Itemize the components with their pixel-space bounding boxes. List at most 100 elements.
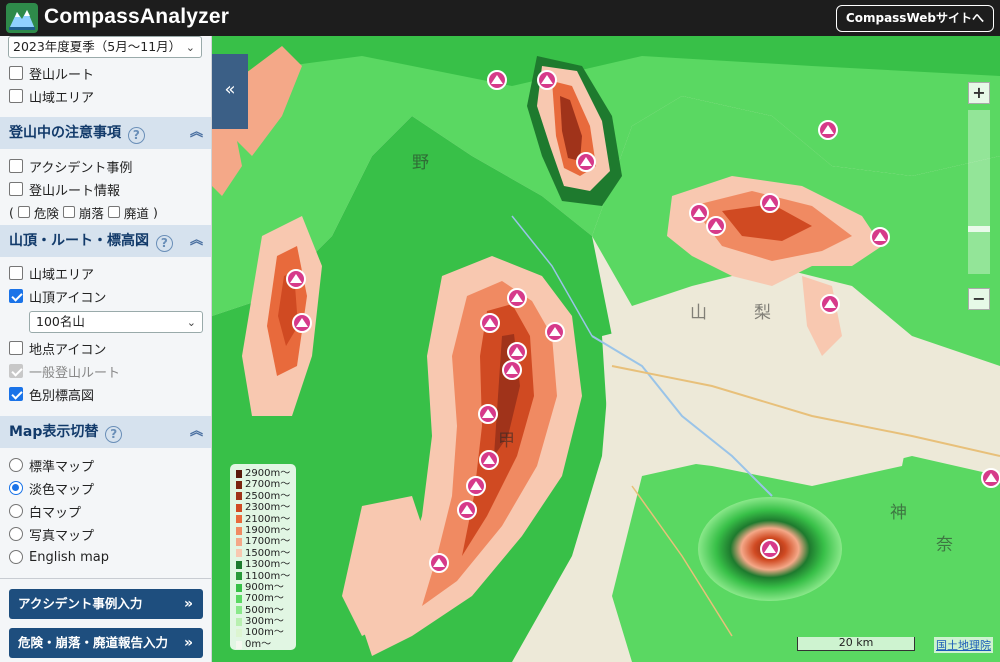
summit-icon[interactable]: [507, 288, 527, 308]
checkbox[interactable]: [9, 159, 23, 173]
summit-icon[interactable]: [286, 269, 306, 289]
summit-icon[interactable]: [292, 313, 312, 333]
help-icon[interactable]: ?: [105, 426, 123, 443]
section-header-summit[interactable]: 山頂・ルート・標高図 ? ︽: [0, 225, 211, 257]
radio[interactable]: [9, 550, 23, 564]
radio[interactable]: [9, 527, 23, 541]
section-header-map-switch[interactable]: Map表示切替 ? ︽: [0, 416, 211, 448]
summit-icon[interactable]: [502, 360, 522, 380]
collapse-sidebar-button[interactable]: «: [212, 54, 248, 129]
gsi-credit-link[interactable]: 国土地理院: [934, 637, 993, 653]
summit-icon[interactable]: [479, 450, 499, 470]
legend-label: 300m〜: [245, 616, 284, 628]
checkbox-label: 登山ルート情報: [29, 183, 121, 199]
legend-label: 500m〜: [245, 604, 284, 616]
summit-icon[interactable]: [689, 203, 709, 223]
summit-icon[interactable]: [820, 294, 840, 314]
zoom-in-button[interactable]: +: [968, 82, 990, 104]
summit-icon[interactable]: [478, 404, 498, 424]
place-label: 野: [412, 153, 429, 173]
radio[interactable]: [9, 504, 23, 518]
legend-swatch: [236, 503, 242, 512]
zoom-slider-handle[interactable]: [968, 226, 990, 232]
compass-web-site-button[interactable]: CompassWebサイトへ: [835, 5, 994, 32]
radio-white-map[interactable]: 白マップ: [9, 501, 81, 521]
summit-icon[interactable]: [706, 216, 726, 236]
summit-icon[interactable]: [480, 313, 500, 333]
checkbox[interactable]: [9, 266, 23, 280]
summit-icon[interactable]: [545, 322, 565, 342]
summit-icon[interactable]: [487, 70, 507, 90]
elevation-map-canvas[interactable]: [212, 36, 1000, 662]
checkbox-collapse[interactable]: [62, 206, 75, 218]
radio-photo-map[interactable]: 写真マップ: [9, 524, 94, 544]
peak-list-value: 100名山: [36, 314, 85, 329]
legend-label: 2500m〜: [245, 490, 291, 502]
zoom-out-button[interactable]: −: [968, 288, 990, 310]
summit-icon[interactable]: [818, 120, 838, 140]
toggle-general-route: 一般登山ルート: [9, 361, 120, 381]
radio-standard-map[interactable]: 標準マップ: [9, 455, 94, 475]
season-select[interactable]: 2023年度夏季（5月〜11月） ⌄: [8, 36, 202, 58]
radio[interactable]: [9, 481, 23, 495]
radio-pale-map[interactable]: 淡色マップ: [9, 478, 94, 498]
legend-row: 2300m〜: [236, 502, 296, 513]
summit-icon[interactable]: [760, 539, 780, 559]
zoom-slider-track[interactable]: [968, 110, 990, 274]
checkbox[interactable]: [9, 387, 23, 401]
summit-icon[interactable]: [466, 476, 486, 496]
peak-list-select[interactable]: 100名山 ⌄: [29, 311, 203, 333]
summit-icon[interactable]: [507, 342, 527, 362]
toggle-route-info[interactable]: 登山ルート情報: [9, 179, 120, 199]
checkbox[interactable]: [9, 289, 23, 303]
radio-english-map[interactable]: English map: [9, 547, 109, 567]
summit-icon[interactable]: [760, 193, 780, 213]
accident-entry-button[interactable]: アクシデント事例入力 »: [9, 589, 203, 619]
legend-label: 1100m〜: [245, 570, 291, 582]
summit-icon[interactable]: [870, 227, 890, 247]
legend-swatch: [236, 583, 242, 592]
summit-icon[interactable]: [537, 70, 557, 90]
legend-swatch: [236, 594, 242, 603]
double-chevron-up-icon[interactable]: ︽: [190, 416, 203, 448]
legend-label: 2300m〜: [245, 502, 291, 514]
checkbox[interactable]: [9, 66, 23, 80]
toggle-mountain-area[interactable]: 山域エリア: [9, 263, 94, 283]
checkbox-disabled: [9, 364, 23, 378]
summit-icon[interactable]: [981, 468, 1000, 488]
elevation-legend: 2900m〜 2700m〜 2500m〜 2300m〜 2100m〜 1900m〜 1700…: [230, 464, 296, 650]
legend-label: 100m〜: [245, 627, 284, 639]
toggle-elevation-map[interactable]: 色別標高図: [9, 384, 94, 404]
checkbox[interactable]: [9, 182, 23, 196]
double-chevron-up-icon[interactable]: ︽: [190, 225, 203, 257]
legend-label: 1500m〜: [245, 547, 291, 559]
help-icon[interactable]: ?: [155, 235, 173, 252]
toggle-accident-cases[interactable]: アクシデント事例: [9, 156, 132, 176]
checkbox-label: 山域エリア: [29, 90, 95, 106]
checkbox-abandoned[interactable]: [107, 206, 120, 218]
summit-icon[interactable]: [429, 553, 449, 573]
checkbox-danger[interactable]: [17, 206, 30, 218]
scale-bar: 20 km: [797, 637, 915, 651]
layer-toggle-route[interactable]: 登山ルート: [9, 63, 94, 83]
legend-label: 1700m〜: [245, 536, 291, 548]
double-chevron-up-icon[interactable]: ︽: [190, 117, 203, 149]
section-title: Map表示切替: [9, 424, 99, 440]
radio-label: 淡色マップ: [29, 482, 95, 498]
checkbox[interactable]: [9, 341, 23, 355]
toggle-summit-icon[interactable]: 山頂アイコン: [9, 286, 106, 306]
app-title: CompassAnalyzer: [44, 5, 230, 28]
layer-toggle-area[interactable]: 山域エリア: [9, 86, 94, 106]
elevation-map[interactable]: 野 山 梨 甲 神 奈 « + − 2900m〜 2700m〜 2500m〜 2300…: [212, 36, 1000, 662]
legend-row: 1100m〜: [236, 571, 296, 582]
hazard-report-button[interactable]: 危険・崩落・廃道報告入力 »: [9, 628, 203, 658]
checkbox[interactable]: [9, 89, 23, 103]
radio[interactable]: [9, 458, 23, 472]
toggle-point-icon[interactable]: 地点アイコン: [9, 338, 106, 358]
legend-label: 1900m〜: [245, 524, 291, 536]
checkbox-label: 崩落: [78, 205, 104, 221]
summit-icon[interactable]: [576, 152, 596, 172]
summit-icon[interactable]: [457, 500, 477, 520]
section-header-caution[interactable]: 登山中の注意事項 ? ︽: [0, 117, 211, 149]
help-icon[interactable]: ?: [127, 127, 145, 144]
